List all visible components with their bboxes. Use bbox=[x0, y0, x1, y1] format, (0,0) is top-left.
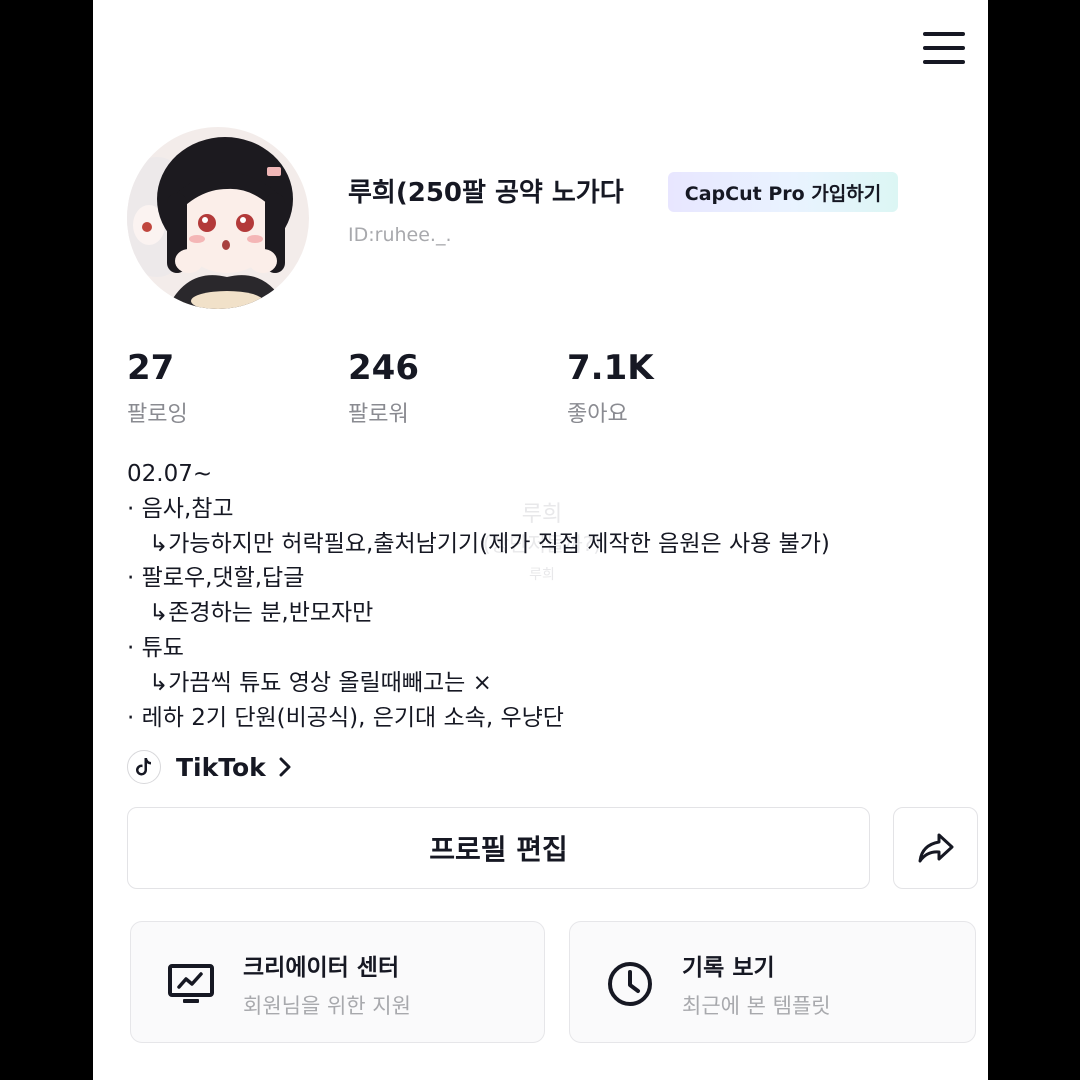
card-subtitle: 최근에 본 템플릿 bbox=[682, 994, 831, 1018]
profile-name: 루희(250팔 공약 노가다 bbox=[348, 178, 624, 208]
hamburger-menu-icon[interactable] bbox=[921, 30, 967, 66]
stat-value: 27 bbox=[127, 348, 175, 388]
tiktok-logo-icon bbox=[127, 750, 161, 784]
bio-line: ↳존경하는 분,반모자만 bbox=[149, 600, 374, 627]
avatar[interactable] bbox=[127, 127, 309, 309]
bio-line: · 음사,참고 bbox=[127, 495, 234, 522]
stat-following[interactable]: 27 팔로잉 bbox=[127, 348, 188, 428]
card-title: 기록 보기 bbox=[682, 955, 775, 981]
tiktok-label: TikTok bbox=[176, 752, 266, 782]
bio-line: · 레하 2기 단원(비공식), 은기대 소속, 우냥단 bbox=[127, 704, 564, 731]
bio-line: 02.07~ bbox=[127, 461, 213, 487]
chevron-right-icon bbox=[278, 756, 294, 778]
stat-likes[interactable]: 7.1K 좋아요 bbox=[567, 348, 654, 428]
bio: 02.07~ · 음사,참고 ↳가능하지만 허락필요,출처남기기(제가 직접 제… bbox=[127, 457, 830, 735]
share-button[interactable] bbox=[893, 807, 978, 889]
bio-line: ↳가능하지만 허락필요,출처남기기(제가 직접 제작한 음원은 사용 불가) bbox=[149, 530, 830, 557]
user-id: ID:ruhee._. bbox=[348, 224, 452, 246]
creator-center-card[interactable]: 크리에이터 센터 회원님을 위한 지원 bbox=[130, 921, 545, 1043]
share-arrow-icon bbox=[918, 833, 953, 863]
history-card[interactable]: 기록 보기 최근에 본 템플릿 bbox=[569, 921, 976, 1043]
capcut-pro-join-button[interactable]: CapCut Pro 가입하기 bbox=[668, 172, 898, 212]
stat-label: 팔로워 bbox=[348, 402, 409, 427]
stat-followers[interactable]: 246 팔로워 bbox=[348, 348, 419, 428]
stat-value: 7.1K bbox=[567, 348, 654, 388]
tiktok-link[interactable]: TikTok bbox=[127, 749, 294, 785]
stat-label: 좋아요 bbox=[567, 402, 628, 427]
stat-value: 246 bbox=[348, 348, 419, 388]
clock-icon bbox=[606, 960, 654, 1008]
card-subtitle: 회원님을 위한 지원 bbox=[243, 994, 411, 1018]
profile-screen: 루희(250팔 공약 노가다 CapCut Pro 가입하기 ID:ruhee.… bbox=[93, 0, 988, 1080]
monitor-chart-icon bbox=[167, 960, 215, 1008]
bio-line: ↳가끔씩 튜됴 영상 올릴때빼고는 × bbox=[149, 669, 492, 696]
bio-line: · 팔로우,댓할,답글 bbox=[127, 565, 305, 592]
bio-line: · 튜됴 bbox=[127, 634, 184, 661]
card-title: 크리에이터 센터 bbox=[243, 955, 400, 981]
stat-label: 팔로잉 bbox=[127, 402, 188, 427]
edit-profile-button[interactable]: 프로필 편집 bbox=[127, 807, 870, 889]
